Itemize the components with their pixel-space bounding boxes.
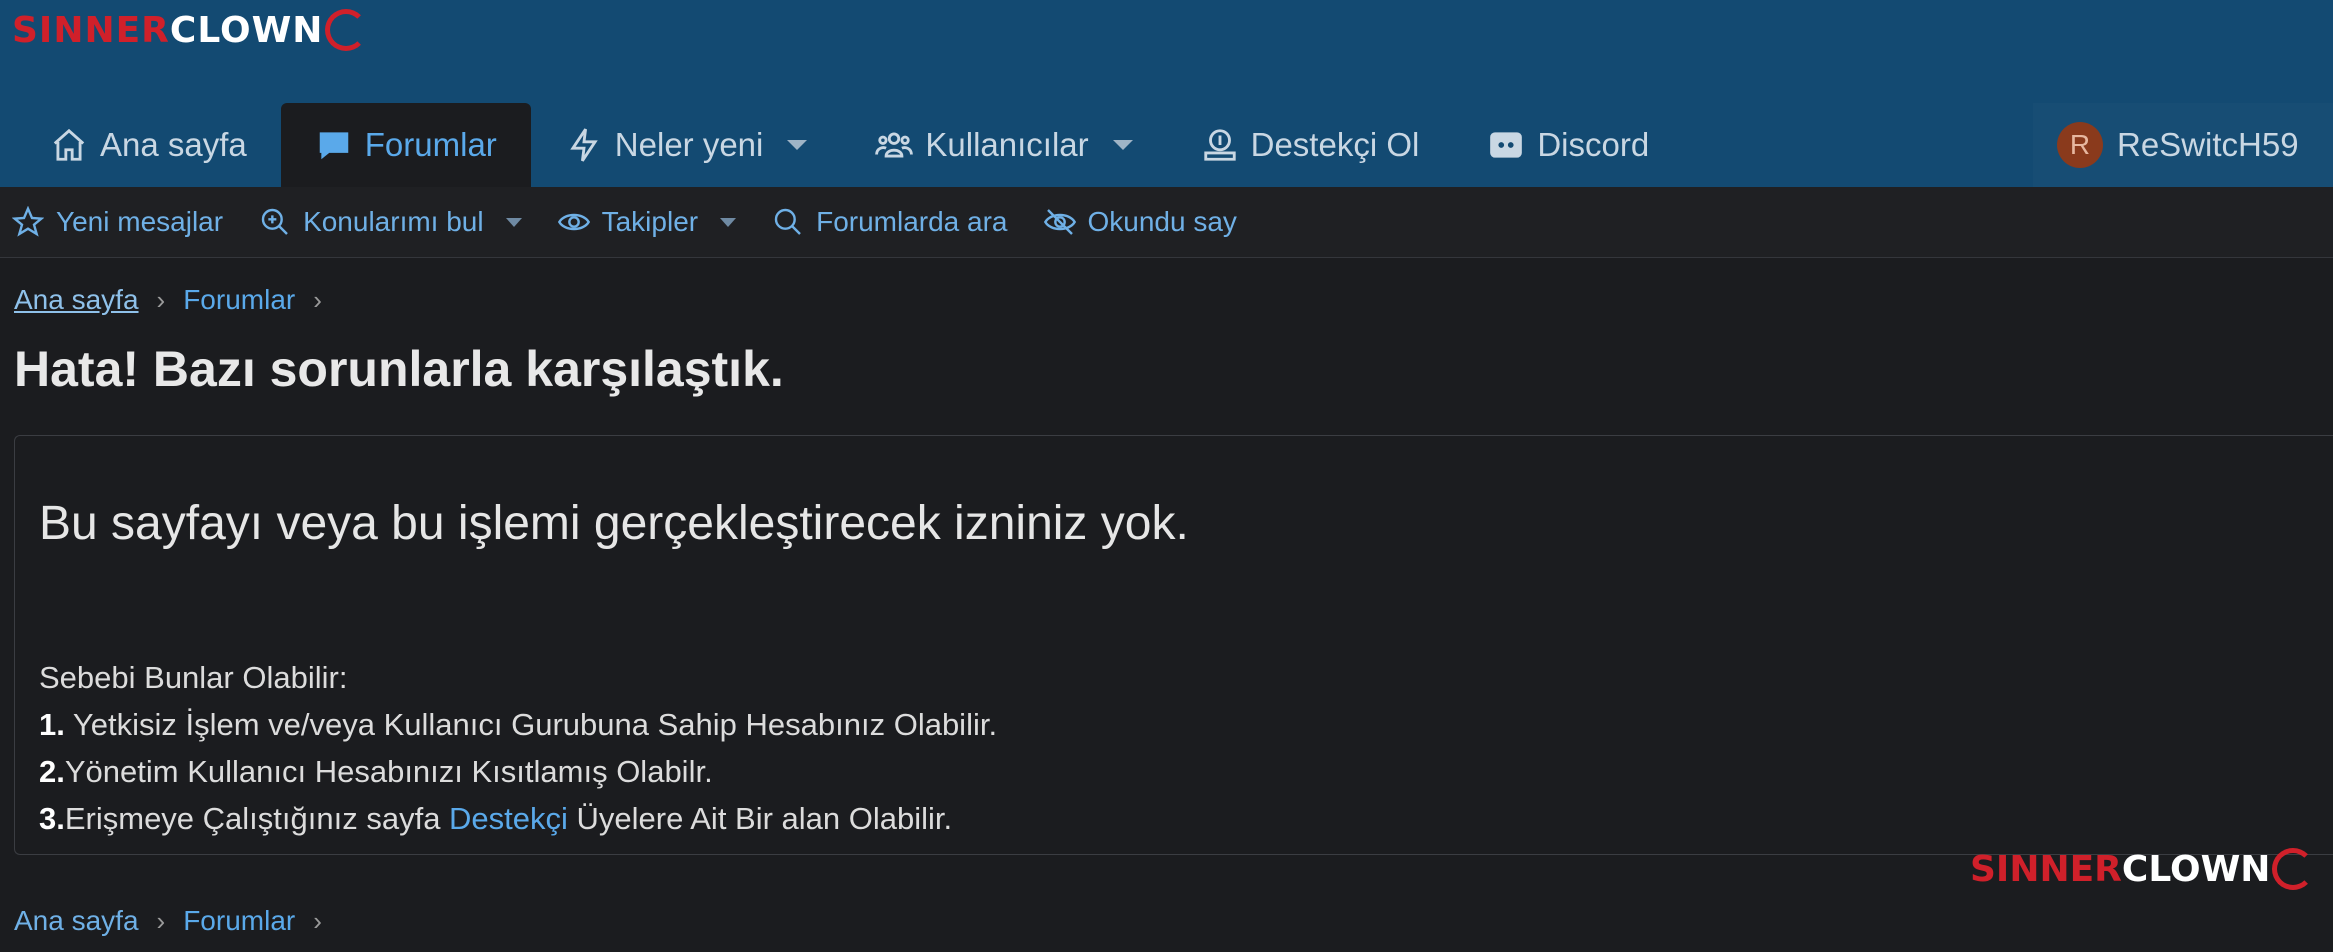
- chevron-right-icon: ›: [313, 284, 322, 315]
- comment-icon: [319, 132, 349, 160]
- nav-tab-label: Forumlar: [364, 126, 497, 163]
- star-icon: [12, 206, 44, 237]
- sub-nav-label: Forumlarda ara: [816, 206, 1008, 237]
- reasons-heading: Sebebi Bunlar Olabilir:: [39, 660, 348, 695]
- breadcrumb-home[interactable]: Ana sayfa: [14, 284, 139, 316]
- eye-slash-icon: [1043, 209, 1076, 235]
- breadcrumb-home[interactable]: Ana sayfa: [14, 905, 139, 937]
- nav-tab-supporter[interactable]: Destekçi Ol: [1167, 103, 1454, 187]
- nav-tab-discord[interactable]: Discord: [1453, 103, 1683, 187]
- nav-tab-label: Kullanıcılar: [925, 126, 1089, 163]
- error-reasons: Sebebi Bunlar Olabilir: 1. Yetkisiz İşle…: [39, 654, 997, 842]
- chevron-right-icon: ›: [156, 284, 166, 315]
- reason-number: 3.: [39, 801, 65, 836]
- sub-nav-find-threads[interactable]: Konularımı bul: [259, 206, 522, 238]
- sub-nav-search-forums[interactable]: Forumlarda ara: [772, 206, 1008, 238]
- reason-text: Üyelere Ait Bir alan Olabilir.: [567, 801, 953, 836]
- discord-icon: [1490, 132, 1523, 158]
- nav-tab-members[interactable]: Kullanıcılar: [841, 103, 1166, 187]
- sub-nav-mark-read[interactable]: Okundu say: [1043, 206, 1237, 238]
- sub-nav: Yeni mesajlar Konularımı bul Takipler Fo…: [0, 187, 2333, 258]
- sub-nav-label: Okundu say: [1087, 206, 1237, 237]
- reason-text: Erişmeye Çalıştığınız sayfa: [64, 801, 450, 836]
- reason-item: 1. Yetkisiz İşlem ve/veya Kullanıcı Guru…: [39, 701, 997, 748]
- donate-icon: [1203, 129, 1236, 161]
- nav-tab-home[interactable]: Ana sayfa: [16, 103, 281, 187]
- chevron-down-icon[interactable]: [720, 217, 737, 227]
- logo-text-sinner: SINNER: [12, 9, 170, 51]
- bolt-icon: [570, 128, 598, 162]
- users-icon: [875, 132, 914, 158]
- logo-text-clown: CLOWN: [169, 9, 324, 51]
- logo-text-sinner: SINNER: [1970, 848, 2122, 890]
- nav-tab-label: Neler yeni: [614, 126, 764, 163]
- site-header: SINNER CLOWN Ana sayfa Forumlar Neler ye…: [0, 0, 2333, 187]
- page-title: Hata! Bazı sorunlarla karşılaştık.: [14, 341, 784, 397]
- breadcrumb-forums[interactable]: Forumlar: [183, 905, 295, 937]
- chevron-right-icon: ›: [156, 905, 166, 936]
- nav-tab-forums[interactable]: Forumlar: [280, 103, 531, 187]
- chevron-down-icon[interactable]: [1112, 140, 1133, 150]
- crescent-icon: [2272, 848, 2315, 890]
- reason-item: 2.Yönetim Kullanıcı Hesabınızı Kısıtlamı…: [39, 748, 997, 795]
- sub-nav-label: Konularımı bul: [303, 206, 484, 237]
- logo-text-clown: CLOWN: [2121, 848, 2271, 890]
- site-logo[interactable]: SINNER CLOWN: [12, 0, 368, 60]
- sub-nav-new-posts[interactable]: Yeni mesajlar: [12, 206, 223, 238]
- reason-text: Yönetim Kullanıcı Hesabınızı Kısıtlamış …: [64, 754, 713, 789]
- reason-text: Yetkisiz İşlem ve/veya Kullanıcı Gurubun…: [64, 707, 998, 742]
- nav-tab-label: Destekçi Ol: [1250, 126, 1420, 163]
- eye-icon: [557, 213, 590, 231]
- chevron-down-icon[interactable]: [505, 217, 522, 227]
- search-icon: [774, 208, 801, 235]
- main-nav: Ana sayfa Forumlar Neler yeni Kullanıcıl…: [16, 103, 1683, 187]
- breadcrumb: Ana sayfa › Forumlar ›: [14, 284, 340, 316]
- breadcrumb-bottom: Ana sayfa › Forumlar ›: [14, 905, 340, 937]
- error-block: Bu sayfayı veya bu işlemi gerçekleştirec…: [14, 435, 2333, 855]
- reason-item: 3.Erişmeye Çalıştığınız sayfa Destekçi Ü…: [39, 795, 997, 842]
- error-message: Bu sayfayı veya bu işlemi gerçekleştirec…: [39, 497, 1189, 550]
- home-icon: [53, 128, 85, 161]
- chevron-down-icon[interactable]: [787, 140, 808, 150]
- sub-nav-label: Takipler: [601, 206, 699, 237]
- crescent-icon: [325, 9, 368, 51]
- supporter-link[interactable]: Destekçi: [449, 801, 568, 836]
- breadcrumb-forums[interactable]: Forumlar: [183, 284, 295, 316]
- nav-tab-label: Ana sayfa: [100, 126, 247, 163]
- sub-nav-label: Yeni mesajlar: [56, 206, 224, 237]
- chevron-right-icon: ›: [313, 905, 322, 936]
- reason-number: 1.: [39, 707, 65, 742]
- nav-tab-label: Discord: [1537, 126, 1650, 163]
- account-menu[interactable]: R ReSwitcH59: [2033, 103, 2333, 187]
- nav-tab-whats-new[interactable]: Neler yeni: [531, 103, 842, 187]
- account-username: ReSwitcH59: [2117, 126, 2299, 163]
- search-plus-icon: [261, 208, 288, 235]
- avatar: R: [2057, 122, 2103, 168]
- reason-number: 2.: [39, 754, 65, 789]
- watermark-logo: SINNER CLOWN: [1970, 848, 2315, 890]
- sub-nav-watched[interactable]: Takipler: [557, 206, 737, 238]
